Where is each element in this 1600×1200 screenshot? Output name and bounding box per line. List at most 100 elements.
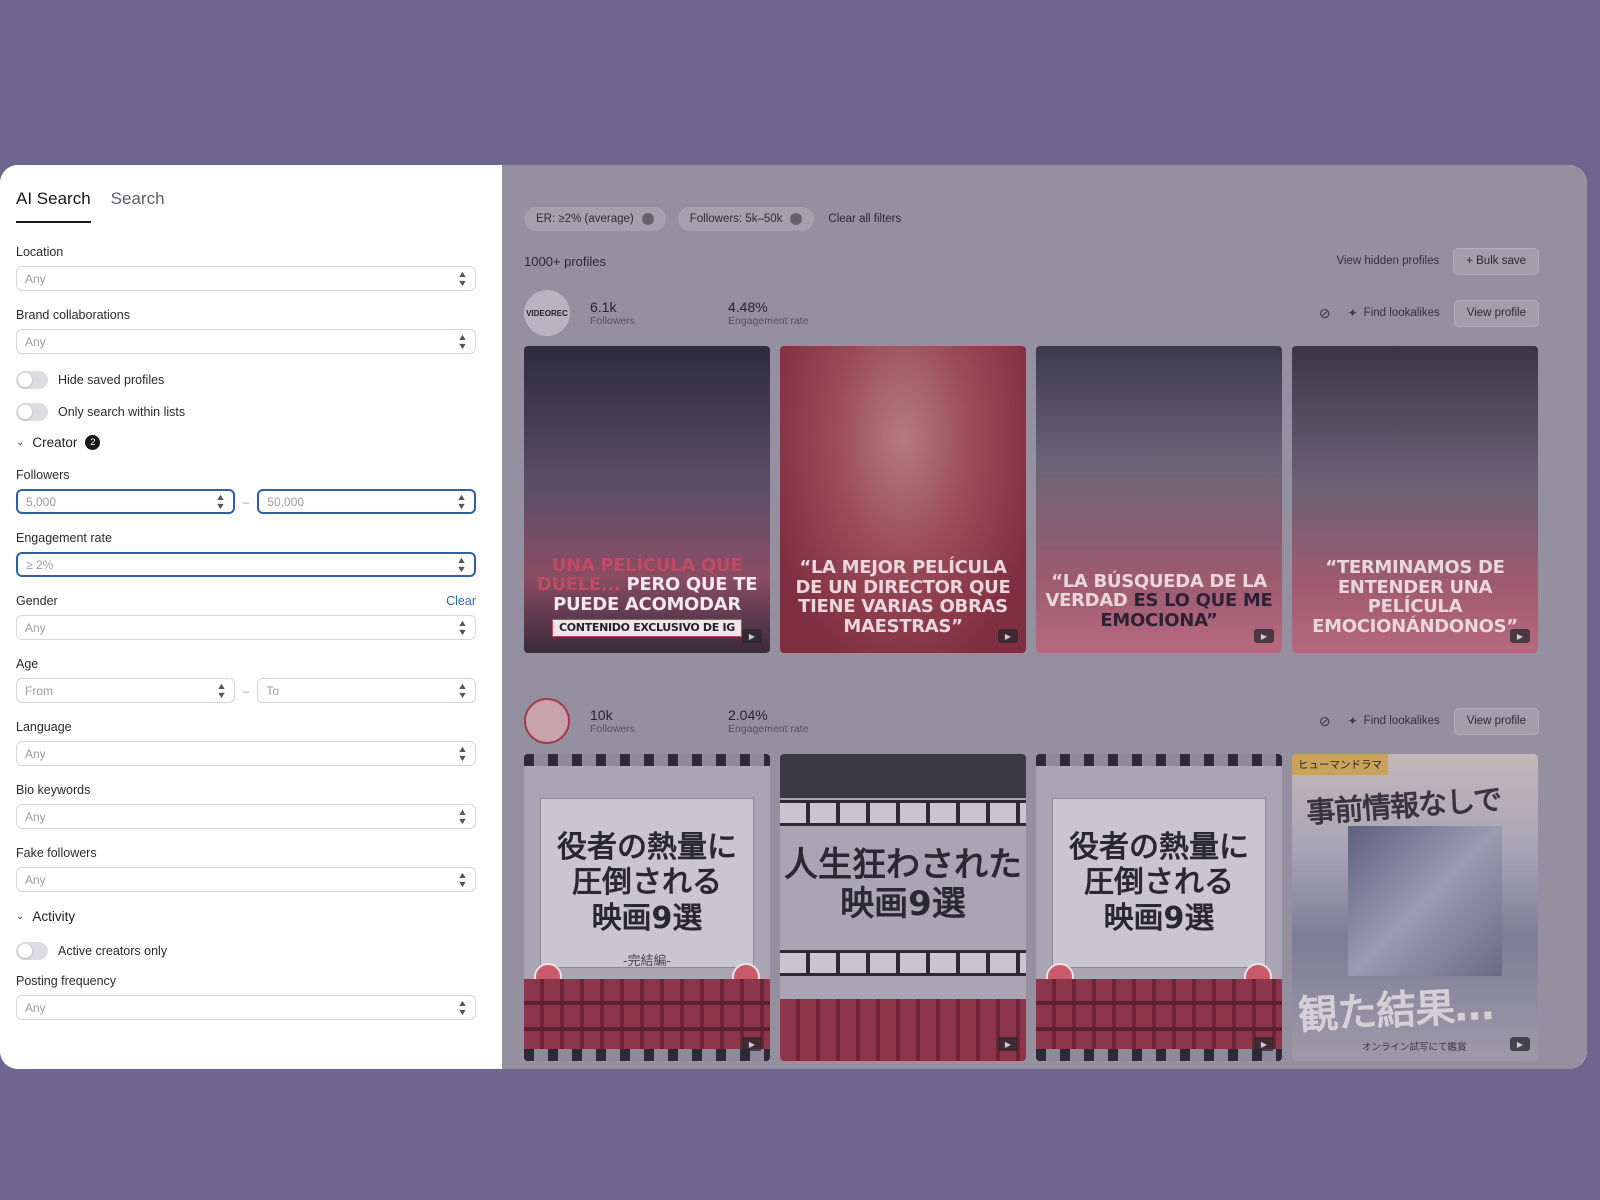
fake-followers-field: Fake followers Any ▲ ▼ (16, 846, 476, 892)
remove-chip-icon[interactable] (641, 213, 654, 225)
language-field: Language Any ▲ ▼ (16, 720, 476, 766)
engagement-stat: 2.04% Engagement rate (728, 707, 846, 735)
brand-collaborations-field: Brand collaborations Any ▲ ▼ (16, 308, 476, 354)
age-to-select[interactable]: To ▲ ▼ (257, 678, 476, 703)
activity-section-toggle[interactable]: ⌄ Activity (16, 909, 476, 924)
chevron-updown-icon: ▲ ▼ (457, 806, 468, 826)
location-select[interactable]: Any ▲ ▼ (16, 266, 476, 291)
profile-card: VIDEOREC 6.1k Followers 4.48% Engagement… (524, 290, 1539, 653)
hide-saved-toggle[interactable] (16, 371, 48, 389)
genre-tag: ヒューマンドラマ (1292, 754, 1388, 775)
fake-followers-select[interactable]: Any ▲ ▼ (16, 867, 476, 892)
chevron-updown-icon: ▲ ▼ (456, 554, 467, 574)
avatar[interactable] (524, 698, 570, 744)
fake-followers-label: Fake followers (16, 846, 97, 860)
filter-sidebar: AI Search Search Location Any ▲ ▼ Brand co… (0, 165, 502, 1069)
post-subtitle: -完結編- (623, 953, 671, 968)
post-thumbnails: 役者の熱量に 圧倒される 映画9選 -完結編- ▶ 人生狂わされた 映画9選 ▶… (524, 754, 1539, 1061)
language-value: Any (25, 746, 46, 761)
age-field: Age From ▲ ▼ – To ▲ ▼ (16, 657, 476, 703)
results-bar: 1000+ profiles View hidden profiles + Bu… (524, 247, 1539, 275)
engagement-rate-select[interactable]: ≥ 2% ▲ ▼ (16, 552, 476, 577)
followers-label: Followers (590, 315, 635, 327)
age-from-select[interactable]: From ▲ ▼ (16, 678, 235, 703)
age-label: Age (16, 657, 39, 671)
language-select[interactable]: Any ▲ ▼ (16, 741, 476, 766)
followers-from-value: 5,000 (26, 494, 57, 509)
post-thumbnail[interactable]: “LA BÚSQUEDA DE LA VERDAD ES LO QUE ME E… (1036, 346, 1282, 653)
followers-from-select[interactable]: 5,000 ▲ ▼ (16, 489, 235, 514)
location-field: Location Any ▲ ▼ (16, 245, 476, 291)
only-lists-label: Only search within lists (58, 405, 186, 419)
active-only-toggle[interactable] (16, 942, 48, 960)
app-window: AI Search Search Location Any ▲ ▼ Brand co… (0, 165, 1587, 1069)
video-icon: ▶ (1510, 629, 1530, 643)
view-profile-button[interactable]: View profile (1453, 299, 1539, 327)
posting-frequency-label: Posting frequency (16, 974, 117, 988)
active-only-row: Active creators only (16, 942, 476, 960)
filter-chip-label: Followers: 5k–50k (689, 213, 783, 225)
brand-collaborations-select[interactable]: Any ▲ ▼ (16, 329, 476, 354)
followers-label: Followers (16, 468, 70, 482)
video-icon: ▶ (998, 629, 1018, 643)
results-count: 1000+ profiles (524, 253, 607, 269)
clear-all-filters-link[interactable]: Clear all filters (828, 213, 901, 225)
chevron-updown-icon: ▲ ▼ (457, 617, 468, 637)
hide-profile-icon[interactable]: ⊘ (1316, 305, 1334, 322)
video-icon: ▶ (1254, 629, 1274, 643)
filter-chip-followers[interactable]: Followers: 5k–50k (677, 207, 815, 231)
filter-chip-er[interactable]: ER: ≥2% (average) (524, 207, 666, 231)
find-lookalikes-button[interactable]: Find lookalikes (1364, 307, 1440, 319)
tab-ai-search[interactable]: AI Search (16, 189, 91, 223)
gender-select[interactable]: Any ▲ ▼ (16, 615, 476, 640)
post-headline: 事前情報なしで (1305, 782, 1503, 830)
post-thumbnail[interactable]: “TERMINAMOS DE ENTENDER UNA PELÍCULA EMO… (1292, 346, 1538, 653)
posting-frequency-field: Posting frequency Any ▲ ▼ (16, 974, 476, 1020)
followers-to-select[interactable]: 50,000 ▲ ▼ (257, 489, 476, 514)
tab-search[interactable]: Search (111, 189, 165, 223)
view-hidden-profiles-button[interactable]: View hidden profiles (1337, 255, 1440, 267)
video-icon: ▶ (1254, 1037, 1274, 1051)
bulk-save-button[interactable]: + Bulk save (1453, 247, 1539, 275)
avatar[interactable]: VIDEOREC (524, 290, 570, 336)
post-small-text: オンライン試写にて鑑賞 (1362, 1042, 1467, 1053)
engagement-label: Engagement rate (728, 723, 809, 735)
sparkle-icon: ✦ (1347, 306, 1358, 320)
followers-to-value: 50,000 (267, 494, 305, 509)
followers-value: 10k (590, 707, 613, 723)
post-thumbnail[interactable]: UNA PELÍCULA QUE DUELE... PERO QUE TE PU… (524, 346, 770, 653)
chevron-updown-icon: ▲ ▼ (457, 680, 468, 700)
remove-chip-icon[interactable] (790, 213, 803, 225)
post-caption: “TERMINAMOS DE ENTENDER UNA PELÍCULA EMO… (1312, 556, 1518, 638)
post-thumbnail[interactable]: “LA MEJOR PELÍCULA DE UN DIRECTOR QUE TI… (780, 346, 1026, 653)
post-thumbnail[interactable]: 役者の熱量に 圧倒される 映画9選 ▶ (1036, 754, 1282, 1061)
post-thumbnail[interactable]: 人生狂わされた 映画9選 ▶ (780, 754, 1026, 1061)
chevron-updown-icon: ▲ ▼ (457, 268, 468, 288)
bio-keywords-select[interactable]: Any ▲ ▼ (16, 804, 476, 829)
sparkle-icon: ✦ (1347, 714, 1358, 728)
chevron-updown-icon: ▲ ▼ (457, 997, 468, 1017)
view-profile-button[interactable]: View profile (1453, 707, 1539, 735)
engagement-value: 2.04% (728, 707, 768, 723)
gender-clear-link[interactable]: Clear (446, 594, 476, 608)
creator-section-toggle[interactable]: ⌄ Creator 2 (16, 435, 476, 450)
brand-collaborations-value: Any (25, 334, 46, 349)
post-thumbnail[interactable]: ヒューマンドラマ 事前情報なしで 観た結果… オンライン試写にて鑑賞 ▶ (1292, 754, 1538, 1061)
active-filter-chips: ER: ≥2% (average) Followers: 5k–50k Clea… (524, 207, 901, 231)
profile-card: 10k Followers 2.04% Engagement rate ⊘ ✦ … (524, 698, 1539, 1061)
search-tabs: AI Search Search (16, 189, 476, 223)
bio-keywords-label: Bio keywords (16, 783, 91, 797)
chevron-down-icon: ⌄ (16, 437, 25, 448)
post-title-board: 役者の熱量に 圧倒される 映画9選 (540, 798, 754, 968)
results-panel: ER: ≥2% (average) Followers: 5k–50k Clea… (502, 165, 1587, 1069)
engagement-label: Engagement rate (728, 315, 809, 327)
only-lists-toggle[interactable] (16, 403, 48, 421)
followers-label: Followers (590, 723, 635, 735)
location-label: Location (16, 245, 64, 259)
post-thumbnail[interactable]: 役者の熱量に 圧倒される 映画9選 -完結編- ▶ (524, 754, 770, 1061)
hide-profile-icon[interactable]: ⊘ (1316, 713, 1334, 730)
video-icon: ▶ (998, 1037, 1018, 1051)
posting-frequency-select[interactable]: Any ▲ ▼ (16, 995, 476, 1020)
find-lookalikes-button[interactable]: Find lookalikes (1364, 715, 1440, 727)
age-to-value: To (266, 683, 280, 698)
